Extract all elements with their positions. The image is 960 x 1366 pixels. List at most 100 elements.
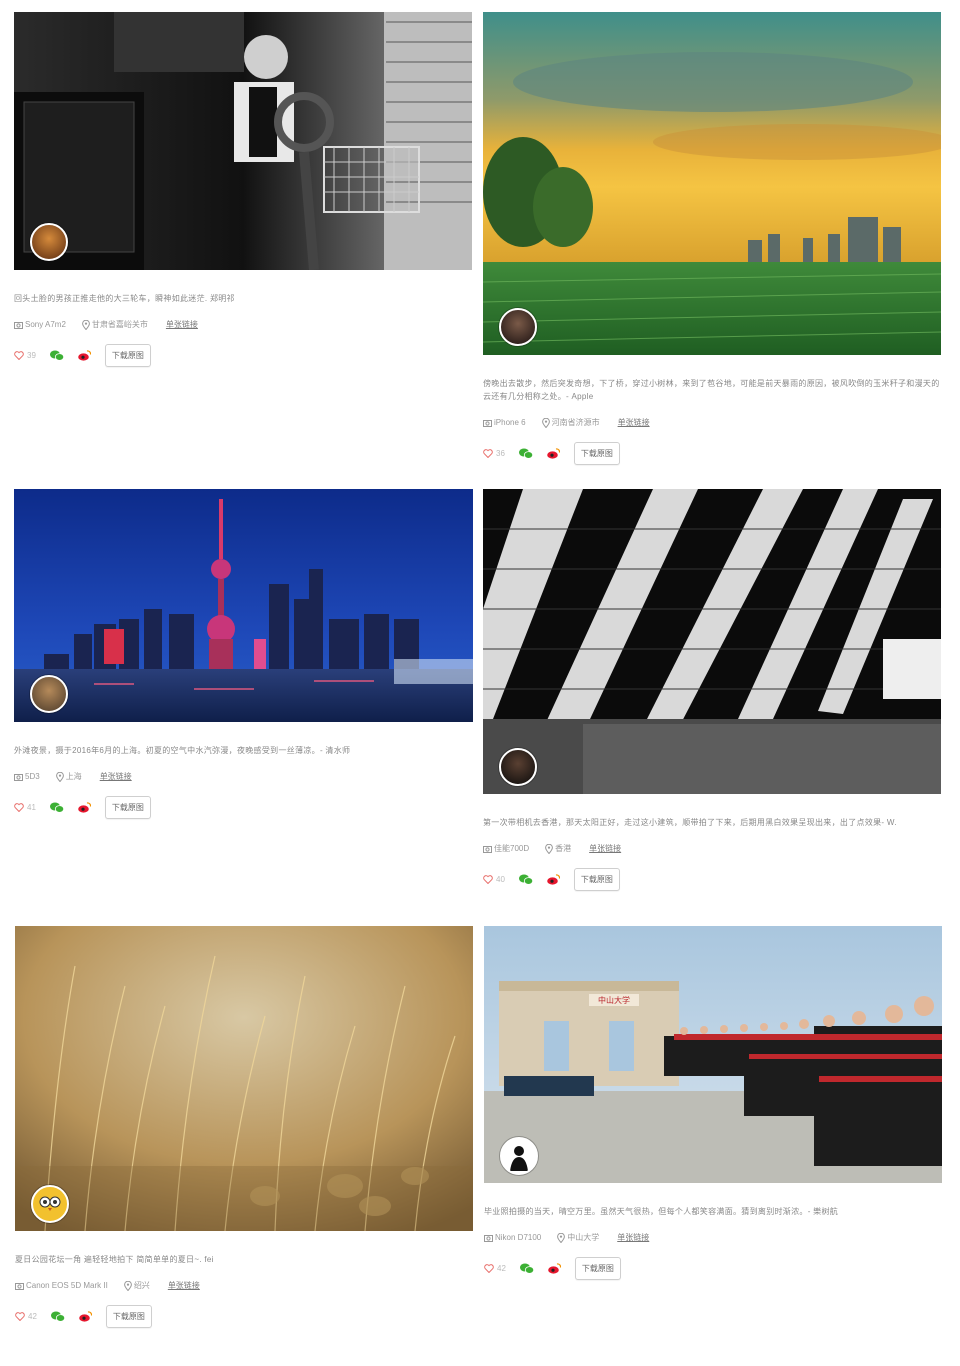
wechat-share-button[interactable] (49, 350, 64, 361)
photo-caption: 外滩夜景，摄于2016年6月的上海。初夏的空气中水汽弥漫，夜晚感受到一丝薄凉。-… (14, 746, 351, 755)
camera-model: 5D3 (25, 772, 40, 781)
like-count: 42 (497, 1264, 506, 1273)
like-count: 41 (27, 803, 36, 812)
avatar[interactable] (499, 308, 537, 346)
download-original-button[interactable]: 下载原图 (104, 344, 151, 367)
photo-caption: 夏日公园花坛一角 遍轻轻地拍下 简简单单的夏日~. fei (15, 1255, 214, 1264)
camera-model: Sony A7m2 (25, 320, 66, 329)
like-count: 42 (28, 1312, 37, 1321)
wechat-share-button[interactable] (50, 1311, 65, 1322)
single-photo-link[interactable]: 单张链接 (589, 843, 621, 854)
camera-icon (15, 1282, 24, 1290)
weibo-share-button[interactable] (548, 1263, 561, 1274)
photo-actions: 42 下载原图 (15, 1305, 473, 1328)
photo-graduation-group[interactable]: 中山大学 (484, 926, 942, 1183)
camera-icon (14, 773, 23, 781)
camera-icon (14, 321, 23, 329)
like-count: 36 (496, 449, 505, 458)
heart-icon (484, 1264, 494, 1273)
like-button[interactable]: 36 (483, 449, 505, 458)
like-count: 40 (496, 875, 505, 884)
wechat-share-button[interactable] (49, 802, 64, 813)
wechat-icon (519, 1263, 534, 1274)
wechat-icon (50, 1311, 65, 1322)
photo-cornfield-sunset[interactable] (483, 12, 941, 355)
weibo-icon (78, 350, 91, 361)
wechat-icon (49, 802, 64, 813)
photo-card: 中山大学 毕业照拍摄的当天，晴空万里。虽然天气很热，但每个人都笑容满面。猜到离别… (484, 926, 942, 1280)
wechat-icon (518, 874, 533, 885)
download-original-button[interactable]: 下载原图 (574, 1257, 621, 1280)
location-pin-icon (55, 771, 64, 782)
avatar[interactable] (31, 1185, 69, 1223)
camera-icon (483, 845, 492, 853)
photo-card: 回头土脸的男孩正推走他的大三轮车，瞬神如此迷茫. 郑明祁 Sony A7m2 甘… (14, 12, 472, 367)
wechat-icon (49, 350, 64, 361)
photo-card: 第一次带相机去香港，那天太阳正好，走过这小建筑，顺带拍了下来，后期用黑白效果呈现… (483, 489, 941, 891)
like-button[interactable]: 41 (14, 803, 36, 812)
photo-caption: 第一次带相机去香港，那天太阳正好，走过这小建筑，顺带拍了下来，后期用黑白效果呈现… (483, 818, 897, 827)
photo-summer-grass[interactable] (15, 926, 473, 1231)
location-pin-icon (557, 1232, 566, 1243)
weibo-icon (78, 802, 91, 813)
heart-icon (14, 803, 24, 812)
photo-meta: Canon EOS 5D Mark II 绍兴 单张链接 (15, 1280, 473, 1291)
wechat-share-button[interactable] (519, 1263, 534, 1274)
weibo-icon (548, 1263, 561, 1274)
heart-icon (483, 875, 493, 884)
single-photo-link[interactable]: 单张链接 (618, 417, 650, 428)
photo-meta: Sony A7m2 甘肃省嘉峪关市 单张链接 (14, 319, 472, 330)
location-text: 上海 (65, 772, 82, 781)
wechat-share-button[interactable] (518, 448, 533, 459)
location-text: 香港 (555, 844, 572, 853)
download-original-button[interactable]: 下载原图 (105, 1305, 152, 1328)
photo-hongkong-building-bw[interactable] (483, 489, 941, 794)
photo-card: 夏日公园花坛一角 遍轻轻地拍下 简简单单的夏日~. fei Canon EOS … (15, 926, 473, 1328)
weibo-share-button[interactable] (547, 874, 560, 885)
wechat-icon (518, 448, 533, 459)
single-photo-link[interactable]: 单张链接 (100, 771, 132, 782)
photo-caption: 毕业照拍摄的当天，晴空万里。虽然天气很热，但每个人都笑容满面。猜到离别时渐浓。-… (484, 1207, 839, 1216)
single-photo-link[interactable]: 单张链接 (168, 1280, 200, 1291)
download-original-button[interactable]: 下载原图 (104, 796, 151, 819)
photo-boy-tricycle[interactable] (14, 12, 472, 270)
camera-icon (484, 1234, 493, 1242)
like-button[interactable]: 42 (484, 1264, 506, 1273)
weibo-share-button[interactable] (79, 1311, 92, 1322)
download-original-button[interactable]: 下载原图 (573, 868, 620, 891)
weibo-share-button[interactable] (78, 802, 91, 813)
location-text: 甘肃省嘉峪关市 (91, 320, 148, 329)
avatar[interactable] (30, 223, 68, 261)
camera-model: iPhone 6 (494, 418, 526, 427)
photo-actions: 42 下载原图 (484, 1257, 942, 1280)
gate-sign-text: 中山大学 (598, 995, 630, 1005)
single-photo-link[interactable]: 单张链接 (166, 319, 198, 330)
wechat-share-button[interactable] (518, 874, 533, 885)
avatar[interactable] (500, 1137, 538, 1175)
like-button[interactable]: 40 (483, 875, 505, 884)
silhouette-icon (510, 1146, 528, 1171)
avatar[interactable] (499, 748, 537, 786)
photo-shanghai-bund-night[interactable] (14, 489, 473, 722)
photo-actions: 40 下载原图 (483, 868, 941, 891)
camera-model: 佳能700D (494, 844, 530, 853)
download-original-button[interactable]: 下载原图 (573, 442, 620, 465)
weibo-share-button[interactable] (547, 448, 560, 459)
single-photo-link[interactable]: 单张链接 (617, 1232, 649, 1243)
like-button[interactable]: 39 (14, 351, 36, 360)
photo-actions: 39 下载原图 (14, 344, 472, 367)
location-pin-icon (541, 417, 550, 428)
location-text: 中山大学 (567, 1233, 600, 1242)
like-button[interactable]: 42 (15, 1312, 37, 1321)
weibo-icon (547, 874, 560, 885)
photo-card: 外滩夜景，摄于2016年6月的上海。初夏的空气中水汽弥漫，夜晚感受到一丝薄凉。-… (14, 489, 473, 819)
photo-card: 傍晚出去散步，然后突发奇想，下了桥，穿过小树林，来到了苞谷地，可能是前天暴雨的原… (483, 12, 941, 465)
photo-meta: 佳能700D 香港 单张链接 (483, 843, 941, 854)
heart-icon (15, 1312, 25, 1321)
weibo-share-button[interactable] (78, 350, 91, 361)
avatar[interactable] (30, 675, 68, 713)
weibo-icon (79, 1311, 92, 1322)
camera-model: Canon EOS 5D Mark II (26, 1281, 108, 1290)
like-count: 39 (27, 351, 36, 360)
location-pin-icon (82, 319, 90, 330)
